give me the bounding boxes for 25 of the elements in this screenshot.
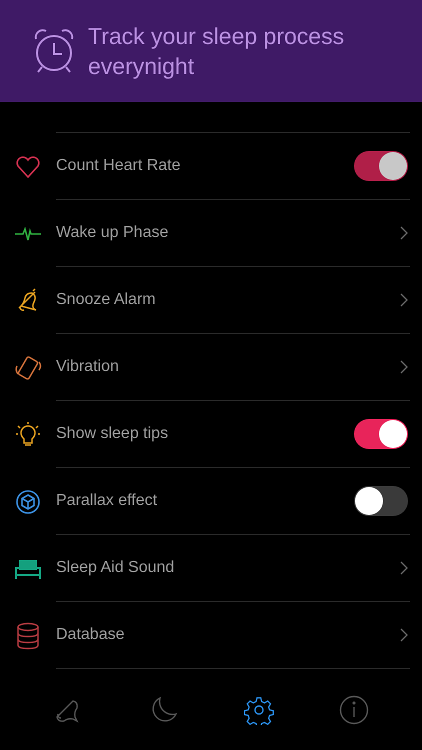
chevron-right-icon[interactable] <box>400 628 408 642</box>
banner-text: Track your sleep process everynight <box>88 22 346 81</box>
gear-icon[interactable] <box>244 694 274 724</box>
alarm-clock-icon <box>32 27 76 75</box>
setting-label: Count Heart Rate <box>56 157 181 175</box>
setting-label: Parallax effect <box>56 492 158 510</box>
info-icon[interactable] <box>339 694 370 724</box>
setting-label: Vibration <box>56 358 119 376</box>
setting-label: Wake up Phase <box>56 224 168 242</box>
pulse-icon <box>14 226 42 240</box>
setting-label: Snooze Alarm <box>56 291 156 309</box>
chevron-right-icon[interactable] <box>400 226 408 240</box>
database-icon <box>16 622 40 650</box>
chevron-right-icon[interactable] <box>400 360 408 374</box>
setting-label: Database <box>56 626 124 644</box>
toggle-switch[interactable] <box>354 419 408 449</box>
heart-icon <box>15 154 41 178</box>
toggle-switch[interactable] <box>354 486 408 516</box>
cube-icon <box>14 488 42 516</box>
chevron-right-icon[interactable] <box>400 561 408 575</box>
phone-vibrating-icon <box>14 354 42 382</box>
setting-label: Show sleep tips <box>56 425 168 443</box>
chevron-right-icon[interactable] <box>400 293 408 307</box>
lightbulb-icon <box>15 420 41 448</box>
setting-label: Sleep Aid Sound <box>56 559 174 577</box>
